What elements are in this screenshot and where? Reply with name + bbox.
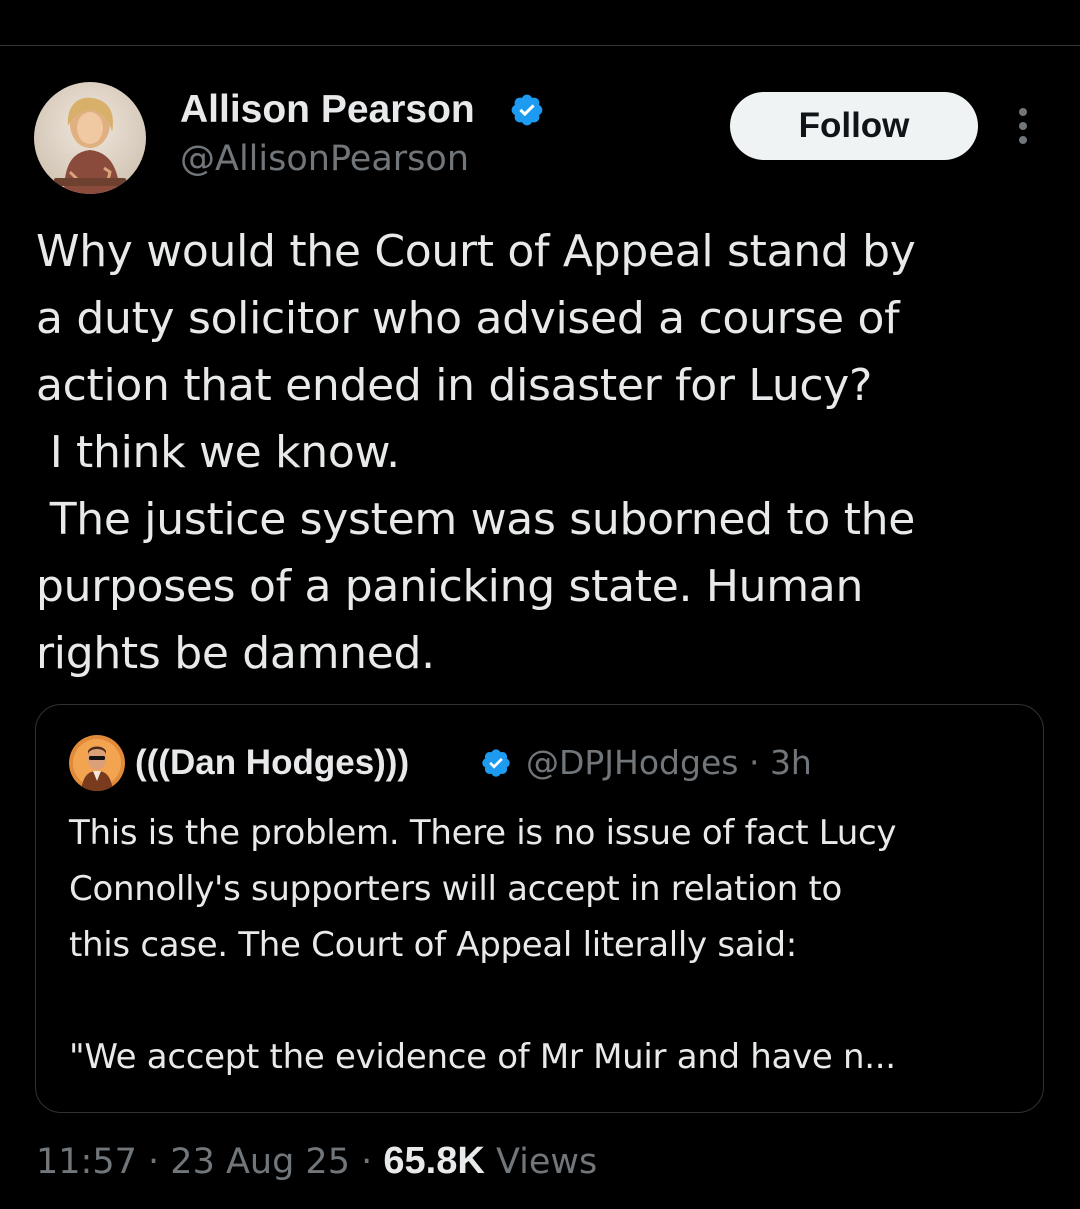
quoted-author-name: (((Dan Hodges))) xyxy=(135,743,410,782)
quoted-tweet-text: This is the problem. There is no issue o… xyxy=(69,813,897,1077)
quoted-author-avatar xyxy=(69,735,125,791)
author-handle[interactable]: @AllisonPearson xyxy=(180,137,469,181)
tweet-time[interactable]: 11:57 xyxy=(36,1142,137,1182)
quoted-author-handle: @DPJHodges xyxy=(526,743,739,782)
quoted-time: 3h xyxy=(769,743,812,782)
tweet-meta: 11:57 · 23 Aug 25 · 65.8K Views xyxy=(36,1136,597,1187)
quoted-author-meta: @DPJHodges · 3h xyxy=(526,741,812,785)
follow-button[interactable]: Follow xyxy=(730,92,978,160)
meta-separator-2: · xyxy=(361,1142,373,1182)
views-label: Views xyxy=(495,1142,598,1182)
quoted-verified-badge-icon xyxy=(480,747,512,779)
top-divider xyxy=(0,45,1080,46)
tweet-text: Why would the Court of Appeal stand by a… xyxy=(36,226,916,679)
meta-separator: · xyxy=(148,1142,160,1182)
author-avatar[interactable] xyxy=(34,82,146,194)
more-options-icon[interactable] xyxy=(1006,104,1040,148)
quoted-tweet[interactable]: (((Dan Hodges))) @DPJHodges · 3h This is… xyxy=(35,704,1044,1113)
tweet-date[interactable]: 23 Aug 25 xyxy=(170,1142,350,1182)
quoted-separator: · xyxy=(748,743,760,782)
views-count[interactable]: 65.8K xyxy=(383,1140,484,1182)
verified-badge-icon xyxy=(509,92,545,128)
author-name[interactable]: Allison Pearson xyxy=(180,86,475,134)
